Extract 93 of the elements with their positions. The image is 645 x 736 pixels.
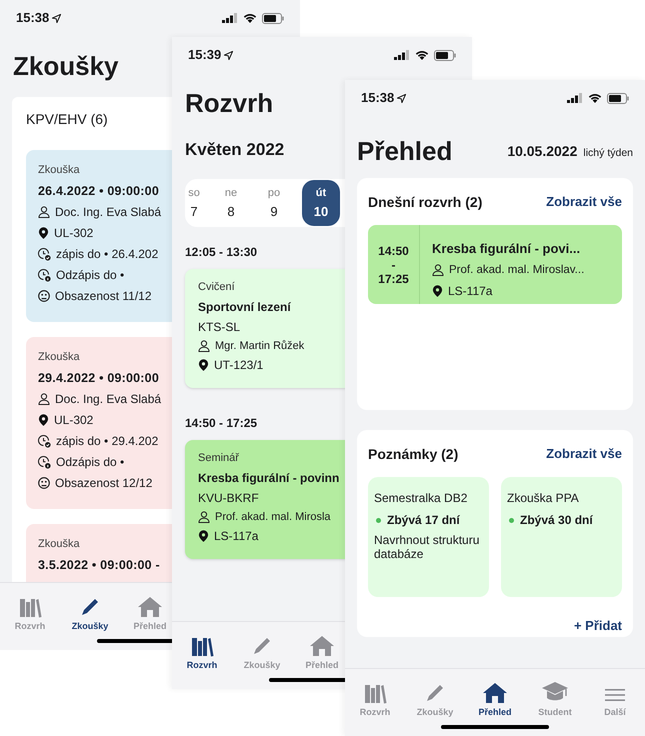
exam-detail: Odzápis do • [56, 267, 124, 284]
day-button[interactable]: po 9 [259, 180, 289, 226]
teacher-name: Doc. Ing. Eva Slabá [55, 204, 162, 222]
day-button[interactable]: so 7 [185, 180, 203, 226]
wifi-icon [588, 93, 602, 103]
teacher-name: Mgr. Martin Růžek [215, 338, 304, 354]
show-all-link[interactable]: Zobrazit vše [546, 444, 622, 464]
lesson-card[interactable]: 14:50 - 17:25 Kresba figurální - povi... Prof. akad. mal. Miroslav... LS-117a [368, 225, 622, 304]
person-icon [432, 264, 444, 276]
face-icon [38, 477, 50, 490]
wifi-icon [415, 50, 429, 60]
house-icon [482, 682, 508, 704]
battery-icon [262, 12, 284, 24]
exam-detail: Obsazenost 12/12 [55, 475, 152, 492]
add-button[interactable]: + Přidat [574, 616, 622, 636]
location-arrow-icon [397, 94, 406, 102]
exam-type: Zkouška [38, 537, 80, 552]
face-icon [38, 290, 50, 302]
show-all-link[interactable]: Zobrazit vše [546, 192, 622, 212]
note-title: Semestralka DB2 [374, 490, 468, 507]
note-card[interactable]: Semestralka DB2 Zbývá 17 dní Navrhnout strukturu databáze [368, 477, 489, 597]
room-code: UT-123/1 [214, 357, 264, 374]
course-code: KTS-SL [198, 318, 240, 336]
lesson-type: Cvičení [198, 280, 235, 295]
exam-type: Zkouška [38, 350, 80, 365]
person-icon [38, 206, 50, 218]
teacher-name: Doc. Ing. Eva Slabá [55, 391, 162, 408]
battery-icon [607, 92, 629, 104]
room-code: UL-302 [54, 412, 94, 430]
teacher-name: Prof. akad. mal. Mirosla [215, 510, 331, 524]
battery-icon [434, 50, 456, 60]
signal-icon [394, 50, 410, 60]
clock-check-icon [38, 248, 51, 261]
section-heading: Dnešní rozvrh (2) [368, 192, 482, 212]
remaining-days: Zbývá 17 dní [387, 511, 460, 529]
house-icon [309, 634, 335, 656]
tab-item[interactable]: Přehled [465, 675, 525, 719]
tab-item[interactable]: Zkoušky [69, 589, 111, 633]
note-title: Zkouška PPA [507, 490, 580, 507]
status-time: 15:38 [16, 9, 50, 28]
location-pin-icon [198, 530, 209, 542]
group-heading: KPV/EHV (6) [26, 110, 108, 129]
wifi-icon [243, 13, 257, 23]
week-label: lichý týden [583, 146, 633, 162]
house-icon [137, 596, 163, 618]
exam-datetime: 26.4.2022 • 09:00:00 [38, 182, 159, 200]
note-card[interactable]: Zkouška PPA Zbývá 30 dní [501, 477, 622, 597]
location-arrow-icon [224, 50, 234, 60]
room-code: LS-117a [448, 282, 492, 300]
clock-info-icon [38, 268, 51, 282]
note-text: Navrhnout strukturu databáze [374, 533, 480, 561]
tab-item[interactable]: Rozvrh [181, 628, 223, 672]
clock-check-icon [38, 434, 51, 448]
screen-title: Přehled [357, 135, 452, 168]
exam-detail: Odzápis do • [56, 454, 124, 472]
day-button[interactable]: ne 8 [216, 180, 246, 226]
day-button[interactable]: út 10 [302, 180, 340, 226]
room-code: LS-117a [214, 528, 258, 545]
teacher-name: Prof. akad. mal. Miroslav... [449, 262, 584, 278]
lesson-type: Seminář [198, 451, 239, 466]
status-time: 15:38 [361, 89, 394, 108]
lesson-title: Sportovní lezení [198, 298, 291, 316]
signal-icon [567, 93, 583, 103]
exam-detail: zápis do • 29.4.202 [56, 433, 158, 450]
exam-detail: zápis do • 26.4.202 [56, 246, 158, 264]
course-code: KVU-BKRF [198, 490, 259, 506]
remaining-days: Zbývá 30 dní [520, 511, 593, 529]
exam-datetime: 29.4.2022 • 09:00:00 [38, 370, 159, 386]
lesson-time: 14:50 - 17:25 [185, 415, 258, 432]
exam-type: Zkouška [38, 163, 80, 178]
signal-icon [222, 13, 238, 23]
location-pin-icon [432, 284, 443, 297]
person-icon [198, 340, 210, 352]
status-time: 15:39 [188, 46, 222, 64]
lesson-title: Kresba figurální - povinn [198, 470, 340, 486]
exam-datetime: 3.5.2022 • 09:00:00 - [38, 556, 160, 574]
lesson-title: Kresba figurální - povi... [432, 240, 582, 258]
section-heading: Poznámky (2) [368, 444, 458, 464]
location-pin-icon [198, 359, 209, 371]
screen-title: Zkoušky [13, 50, 118, 83]
location-pin-icon [38, 227, 49, 240]
room-code: UL-302 [54, 225, 94, 242]
screen-title: Rozvrh [185, 87, 274, 120]
person-icon [38, 393, 50, 406]
lesson-time: 14:50 - 17:25 [368, 225, 420, 304]
clock-info-icon [38, 456, 51, 469]
person-icon [198, 510, 210, 523]
date-label: 10.05.2022 [507, 142, 578, 161]
month-heading: Květen 2022 [185, 139, 284, 161]
location-pin-icon [38, 414, 49, 426]
location-arrow-icon [52, 14, 62, 22]
lesson-time: 12:05 - 13:30 [185, 244, 258, 261]
exam-detail: Obsazenost 11/12 [55, 288, 152, 306]
